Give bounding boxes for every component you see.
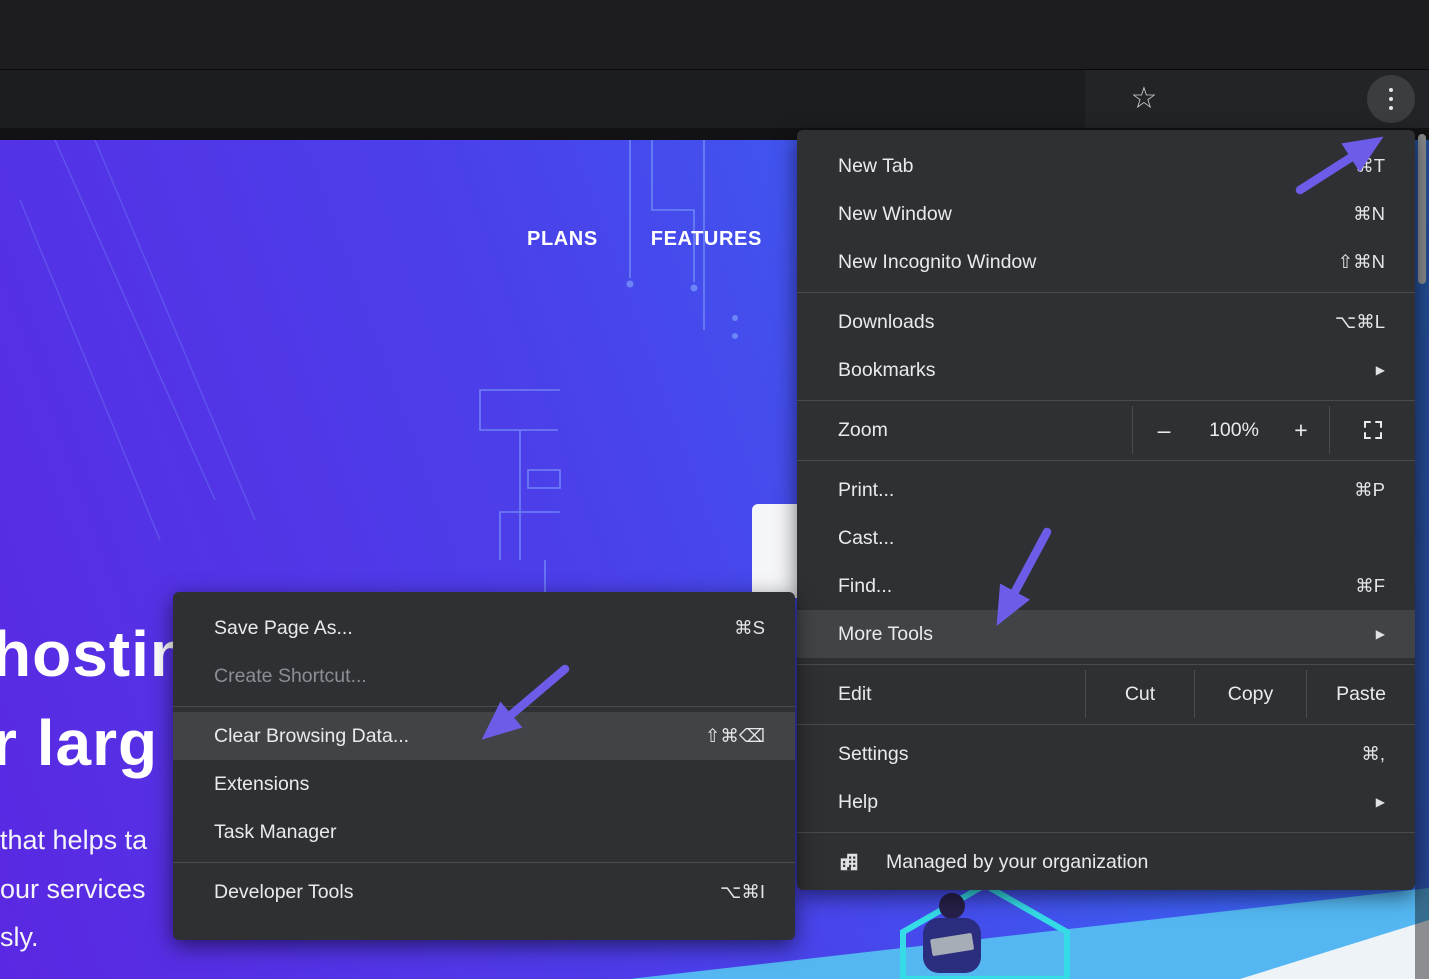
edit-cut-button[interactable]: Cut: [1086, 670, 1194, 718]
nav-link-features[interactable]: FEATURES: [651, 228, 762, 251]
menu-item-shortcut: ⌘F: [1355, 575, 1385, 597]
edit-paste-button[interactable]: Paste: [1307, 670, 1415, 718]
submenu-arrow-icon: ▶: [1376, 627, 1385, 641]
submenu-arrow-icon: ▶: [1376, 795, 1385, 809]
menu-item-label: Managed by your organization: [886, 851, 1385, 874]
menu-item-shortcut: ⌘S: [734, 617, 765, 639]
menu-item-new-incognito-window[interactable]: New Incognito Window ⇧⌘N: [797, 238, 1415, 286]
menu-item-shortcut: ⇧⌘⌫: [705, 725, 765, 747]
zoom-in-button[interactable]: +: [1273, 406, 1329, 454]
fullscreen-icon: [1362, 419, 1384, 441]
menu-item-shortcut: ⌘T: [1355, 155, 1385, 177]
fullscreen-button[interactable]: [1330, 406, 1415, 454]
hero-paragraph-line2: our services: [0, 865, 147, 914]
menu-item-label: Downloads: [838, 311, 1335, 334]
menu-item-label: New Incognito Window: [838, 251, 1338, 274]
hero-paragraph-line3: sly.: [0, 913, 147, 962]
hero-heading-line2: r larg: [0, 699, 190, 788]
hero-paragraph: that helps ta our services sly.: [0, 816, 147, 962]
submenu-item-clear-browsing-data[interactable]: Clear Browsing Data... ⇧⌘⌫: [173, 712, 795, 760]
submenu-item-create-shortcut[interactable]: Create Shortcut...: [173, 652, 795, 700]
menu-item-shortcut: ⇧⌘N: [1338, 251, 1385, 273]
menu-item-edit: Edit Cut Copy Paste: [797, 670, 1415, 718]
menu-item-label: Extensions: [214, 773, 765, 796]
menu-separator: [173, 706, 795, 707]
menu-item-shortcut: ⌥⌘L: [1335, 311, 1385, 333]
edit-copy-button[interactable]: Copy: [1195, 670, 1306, 718]
zoom-level-value: 100%: [1195, 406, 1273, 454]
more-tools-submenu: Save Page As... ⌘S Create Shortcut... Cl…: [173, 592, 795, 940]
menu-item-label: Developer Tools: [214, 881, 720, 904]
menu-item-cast[interactable]: Cast...: [797, 514, 1415, 562]
site-navigation: PLANS FEATURES: [527, 228, 762, 251]
menu-item-downloads[interactable]: Downloads ⌥⌘L: [797, 298, 1415, 346]
submenu-item-save-page-as[interactable]: Save Page As... ⌘S: [173, 604, 795, 652]
submenu-item-developer-tools[interactable]: Developer Tools ⌥⌘I: [173, 868, 795, 916]
organization-building-icon: [838, 851, 860, 873]
menu-item-label: Cast...: [838, 527, 1385, 550]
menu-item-bookmarks[interactable]: Bookmarks ▶: [797, 346, 1415, 394]
menu-separator: [797, 664, 1415, 665]
menu-separator: [797, 832, 1415, 833]
chrome-main-menu: New Tab ⌘T New Window ⌘N New Incognito W…: [797, 130, 1415, 890]
menu-separator: [173, 862, 795, 863]
zoom-out-button[interactable]: –: [1133, 406, 1195, 454]
menu-item-help[interactable]: Help ▶: [797, 778, 1415, 826]
menu-item-label: Task Manager: [214, 821, 765, 844]
menu-separator: [797, 400, 1415, 401]
menu-item-label: Print...: [838, 479, 1354, 502]
menu-item-label: Create Shortcut...: [214, 665, 765, 688]
screen: ☆: [0, 0, 1429, 979]
address-bar-area[interactable]: [0, 70, 1085, 128]
menu-item-label: New Window: [838, 203, 1353, 226]
menu-separator: [797, 724, 1415, 725]
menu-separator: [797, 292, 1415, 293]
menu-item-label: New Tab: [838, 155, 1355, 178]
submenu-item-task-manager[interactable]: Task Manager: [173, 808, 795, 856]
scrollbar-track[interactable]: [1415, 128, 1429, 979]
submenu-arrow-icon: ▶: [1376, 363, 1385, 377]
person-head: [939, 893, 965, 919]
browser-toolbar: ☆: [0, 70, 1429, 128]
menu-item-print[interactable]: Print... ⌘P: [797, 466, 1415, 514]
nav-link-plans[interactable]: PLANS: [527, 228, 598, 251]
browser-menu-button[interactable]: [1367, 75, 1415, 123]
menu-item-managed-by-organization[interactable]: Managed by your organization: [797, 838, 1415, 886]
menu-item-label: Find...: [838, 575, 1355, 598]
menu-item-label: Settings: [838, 743, 1361, 766]
menu-item-shortcut: ⌘,: [1361, 743, 1385, 765]
menu-item-label: Clear Browsing Data...: [214, 725, 705, 748]
menu-item-settings[interactable]: Settings ⌘,: [797, 730, 1415, 778]
menu-item-zoom: Zoom – 100% +: [797, 406, 1415, 454]
hero-heading-line1: hostin: [0, 610, 190, 699]
menu-item-label: Save Page As...: [214, 617, 734, 640]
menu-item-find[interactable]: Find... ⌘F: [797, 562, 1415, 610]
menu-separator: [797, 460, 1415, 461]
menu-item-label: Bookmarks: [838, 359, 1376, 382]
menu-item-label: More Tools: [838, 623, 1376, 646]
submenu-item-extensions[interactable]: Extensions: [173, 760, 795, 808]
window-titlebar: [0, 0, 1429, 70]
menu-item-shortcut: ⌥⌘I: [720, 881, 765, 903]
menu-item-new-tab[interactable]: New Tab ⌘T: [797, 142, 1415, 190]
menu-item-shortcut: ⌘N: [1353, 203, 1385, 225]
menu-item-label: Help: [838, 791, 1376, 814]
hero-paragraph-line1: that helps ta: [0, 816, 147, 865]
menu-item-more-tools[interactable]: More Tools ▶: [797, 610, 1415, 658]
menu-item-new-window[interactable]: New Window ⌘N: [797, 190, 1415, 238]
scrollbar-thumb[interactable]: [1418, 134, 1426, 284]
three-dots-icon: [1389, 88, 1393, 92]
menu-item-label: Edit: [838, 683, 1085, 706]
hero-heading: hostin r larg: [0, 610, 190, 788]
menu-item-label: Zoom: [838, 419, 1132, 442]
bookmark-star-icon[interactable]: ☆: [1128, 82, 1160, 116]
menu-item-shortcut: ⌘P: [1354, 479, 1385, 501]
